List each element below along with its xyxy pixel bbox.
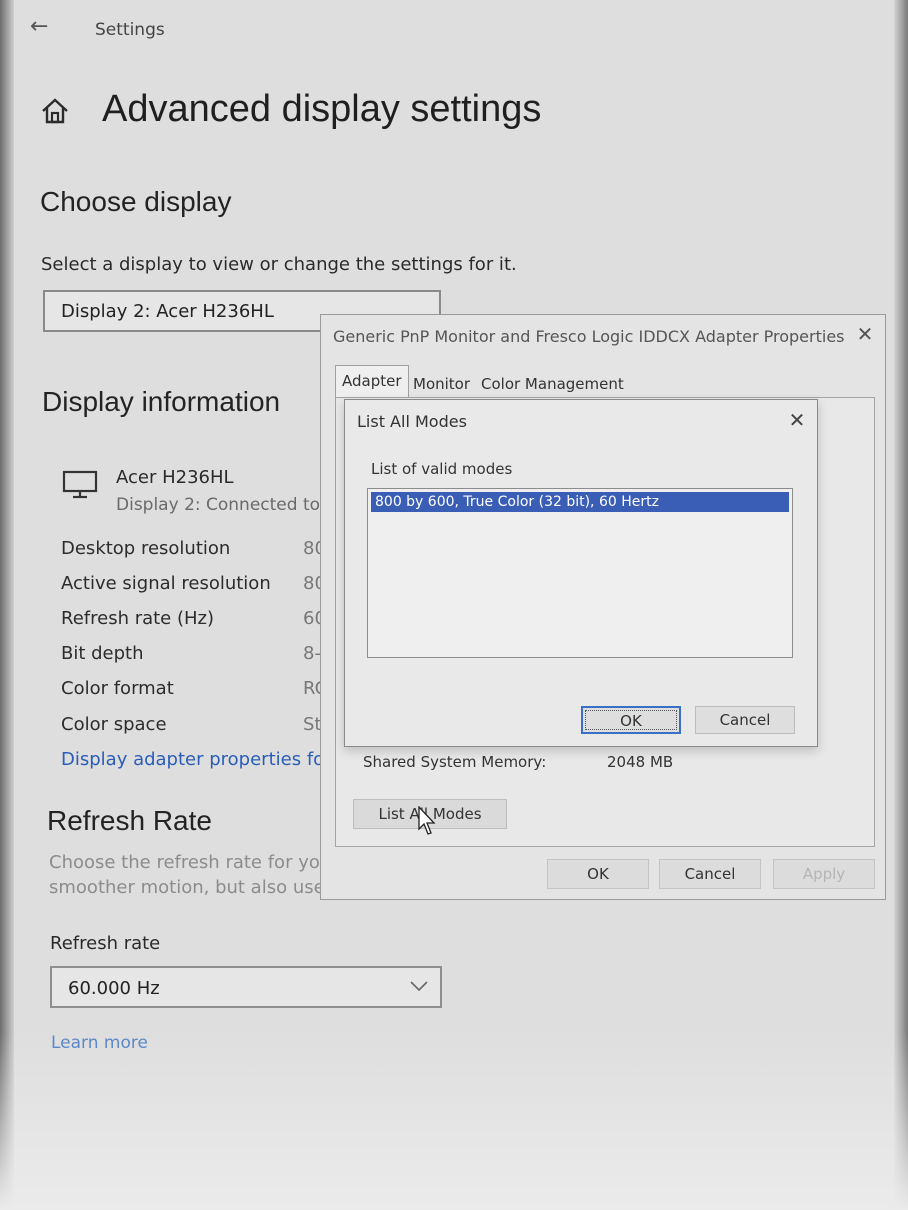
choose-display-heading: Choose display xyxy=(40,186,232,217)
display-adapter-properties-link[interactable]: Display adapter properties for xyxy=(61,749,323,770)
valid-modes-list[interactable]: 800 by 600, True Color (32 bit), 60 Hert… xyxy=(367,488,793,658)
info-label-active-signal-resolution: Active signal resolution xyxy=(61,573,271,594)
info-label-color-format: Color format xyxy=(61,678,174,699)
display-select-value: Display 2: Acer H236HL xyxy=(61,301,274,322)
back-arrow-icon[interactable]: ← xyxy=(30,14,48,39)
monitor-status: Display 2: Connected to F xyxy=(116,495,321,515)
shared-memory-value: 2048 MB xyxy=(607,753,674,771)
close-icon[interactable]: ✕ xyxy=(785,408,809,432)
modes-ok-button[interactable]: OK xyxy=(581,706,681,734)
refresh-rate-select[interactable]: 60.000 Hz xyxy=(50,966,442,1008)
refresh-rate-label: Refresh rate xyxy=(50,933,161,954)
valid-modes-label: List of valid modes xyxy=(371,460,513,478)
modes-cancel-button[interactable]: Cancel xyxy=(695,706,795,734)
info-label-bit-depth: Bit depth xyxy=(61,643,144,664)
tab-monitor[interactable]: Monitor xyxy=(407,369,476,397)
refresh-rate-description-1: Choose the refresh rate for you xyxy=(49,852,323,873)
chevron-down-icon xyxy=(408,976,430,1000)
monitor-name: Acer H236HL xyxy=(116,467,234,488)
info-label-refresh-rate: Refresh rate (Hz) xyxy=(61,608,215,629)
monitor-icon xyxy=(62,470,98,504)
tab-color-management[interactable]: Color Management xyxy=(475,369,630,397)
refresh-rate-heading: Refresh Rate xyxy=(47,805,212,836)
mouse-cursor-icon xyxy=(418,805,438,840)
shared-memory-label: Shared System Memory: xyxy=(363,753,547,771)
home-icon[interactable] xyxy=(40,96,70,130)
tab-adapter[interactable]: Adapter xyxy=(335,365,409,397)
properties-dialog-title: Generic PnP Monitor and Fresco Logic IDD… xyxy=(333,327,845,346)
page-title: Advanced display settings xyxy=(102,88,542,130)
screen-glare xyxy=(0,1030,908,1210)
refresh-rate-description-2: smoother motion, but also uses xyxy=(49,877,323,898)
screen-bezel-left xyxy=(0,0,14,1210)
properties-cancel-button[interactable]: Cancel xyxy=(659,859,761,889)
properties-apply-button[interactable]: Apply xyxy=(773,859,875,889)
close-icon[interactable]: ✕ xyxy=(851,321,879,347)
choose-display-description: Select a display to view or change the s… xyxy=(41,254,517,275)
info-label-desktop-resolution: Desktop resolution xyxy=(61,538,231,559)
refresh-rate-value: 60.000 Hz xyxy=(68,978,160,999)
learn-more-link[interactable]: Learn more xyxy=(51,1033,148,1053)
app-title: Settings xyxy=(95,20,165,40)
info-label-color-space: Color space xyxy=(61,714,167,735)
list-all-modes-dialog: List All Modes ✕ List of valid modes 800… xyxy=(344,399,818,747)
display-information-heading: Display information xyxy=(42,386,281,417)
screen-bezel-right xyxy=(894,0,908,1210)
list-item[interactable]: 800 by 600, True Color (32 bit), 60 Hert… xyxy=(371,492,789,512)
modes-dialog-title: List All Modes xyxy=(357,412,467,431)
properties-ok-button[interactable]: OK xyxy=(547,859,649,889)
